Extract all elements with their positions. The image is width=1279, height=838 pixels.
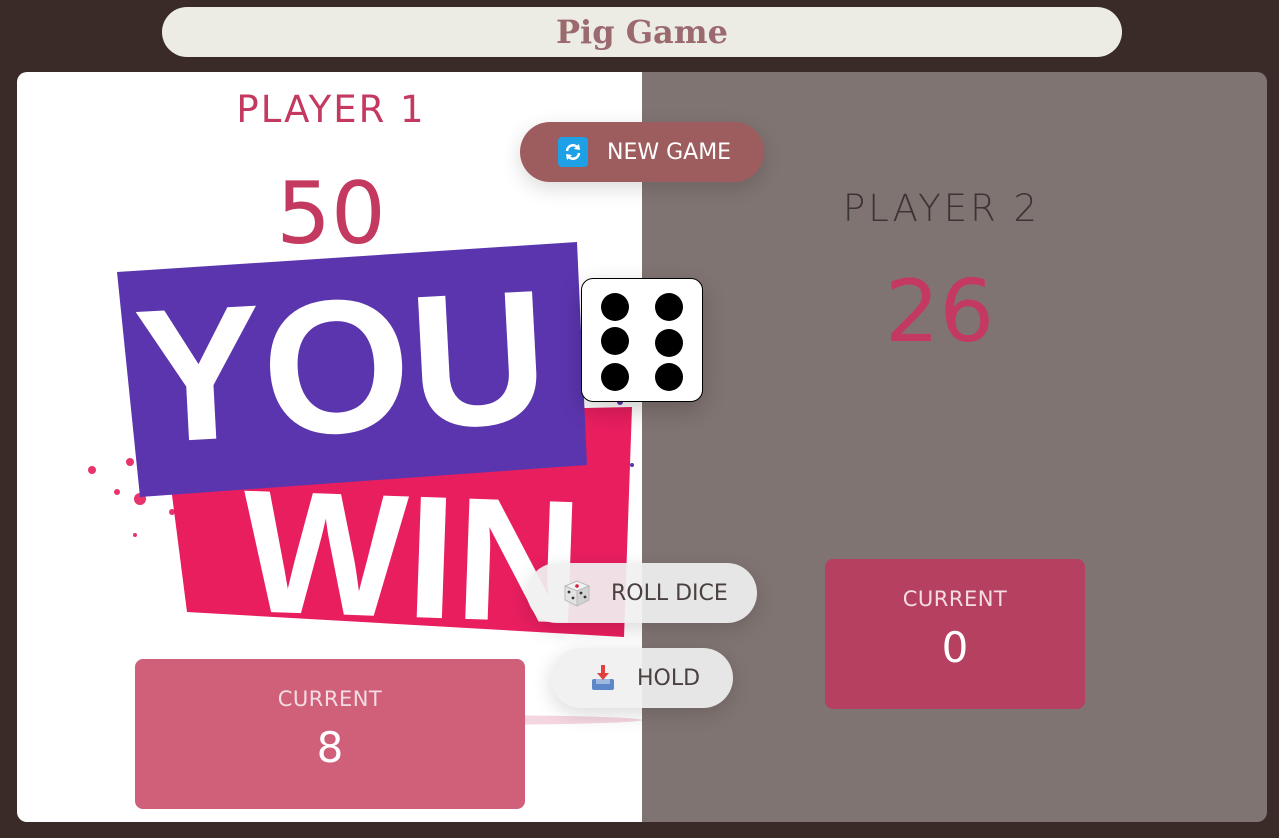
- player-1-panel: YOU WIN PLAYER 1 50 CURRENT 8: [17, 72, 642, 822]
- app-title: Pig Game: [555, 13, 728, 51]
- dice-pip: [601, 363, 629, 391]
- dice: [581, 278, 703, 402]
- player-1-current-label: CURRENT: [277, 687, 383, 711]
- player-2-current-label: CURRENT: [902, 587, 1008, 611]
- inbox-tray-icon: [587, 662, 619, 694]
- roll-dice-label: ROLL DICE: [611, 580, 728, 606]
- svg-text:WIN: WIN: [239, 454, 586, 661]
- dice-pip: [601, 293, 629, 321]
- player-1-current-value: 8: [316, 723, 344, 772]
- new-game-button[interactable]: NEW GAME: [520, 122, 764, 182]
- roll-dice-button[interactable]: ROLL DICE: [527, 563, 757, 623]
- dice-pip: [655, 293, 683, 321]
- player-1-current-box: CURRENT 8: [135, 659, 525, 809]
- game-board: YOU WIN PLAYER 1 50 CURRENT 8 PLAYER 2 2…: [17, 72, 1267, 822]
- hold-label: HOLD: [637, 665, 701, 691]
- player-2-panel: PLAYER 2 26 CURRENT 0: [642, 72, 1267, 822]
- player-2-current-box: CURRENT 0: [825, 559, 1085, 709]
- new-game-label: NEW GAME: [607, 139, 732, 165]
- svg-text:YOU: YOU: [130, 250, 552, 483]
- dice-pip: [655, 329, 683, 357]
- dice-pip: [601, 327, 629, 355]
- player-2-score: 26: [884, 262, 995, 362]
- title-bar: Pig Game: [162, 7, 1122, 57]
- refresh-icon: [557, 136, 589, 168]
- dice-pip: [655, 363, 683, 391]
- hold-button[interactable]: HOLD: [551, 648, 733, 708]
- player-2-current-value: 0: [941, 623, 969, 672]
- player-2-name: PLAYER 2: [842, 187, 1041, 230]
- dice-icon: [561, 577, 593, 609]
